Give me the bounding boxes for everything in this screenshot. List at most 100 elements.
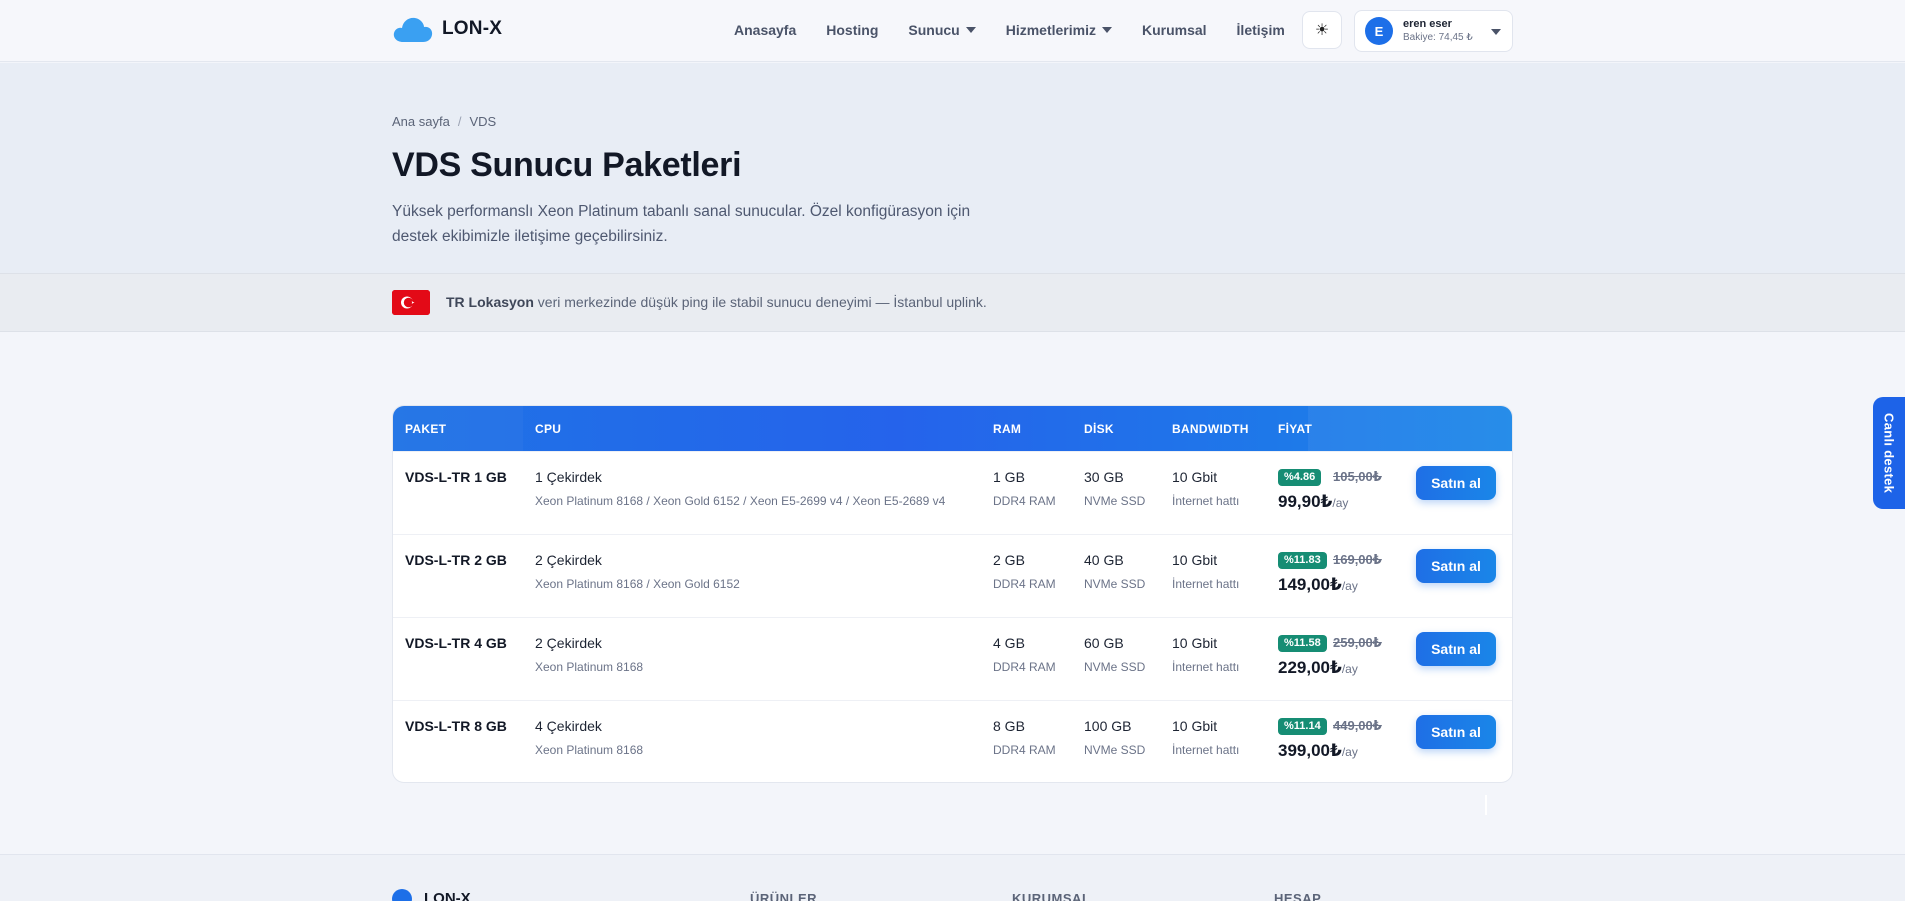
disk-size: 30 GB [1084, 469, 1124, 485]
nav-label: İletişim [1236, 22, 1285, 38]
old-price: 105,00₺ [1333, 469, 1382, 484]
ram-type: DDR4 RAM [993, 743, 1056, 757]
discount-badge: %11.14 [1278, 718, 1327, 735]
ram-type: DDR4 RAM [993, 660, 1056, 674]
live-support-label: Canlı destek [1881, 412, 1897, 494]
bandwidth: 10 Gbit [1172, 469, 1218, 485]
header-disk: DİSK [1084, 422, 1114, 436]
footer-col-hesap: HESAP [1274, 891, 1322, 901]
bandwidth-type: İnternet hattı [1172, 660, 1240, 674]
footer-col-urunler: ÜRÜNLER [750, 891, 818, 901]
table-header: PAKET CPU RAM DİSK BANDWIDTH FİYAT [393, 406, 1512, 451]
price: 99,90₺/ay [1278, 492, 1348, 512]
theme-toggle-button[interactable]: ☀ [1302, 11, 1342, 49]
disk-type: NVMe SSD [1084, 743, 1146, 757]
cpu-cores: 1 Çekirdek [535, 469, 602, 485]
header-cpu: CPU [535, 422, 562, 436]
footer: LON-X ÜRÜNLER KURUMSAL HESAP [0, 854, 1905, 901]
footer-col-kurumsal: KURUMSAL [1012, 891, 1091, 901]
bandwidth-type: İnternet hattı [1172, 577, 1240, 591]
breadcrumb-separator: / [457, 114, 462, 129]
price: 399,00₺/ay [1278, 741, 1358, 761]
footer-brand: LON-X [424, 890, 471, 901]
package-name: VDS-L-TR 4 GB [405, 635, 507, 651]
user-info: eren eser Bakiye: 74,45 ₺ [1403, 17, 1473, 45]
package-name: VDS-L-TR 2 GB [405, 552, 507, 568]
disk-size: 100 GB [1084, 718, 1132, 734]
buy-button[interactable]: Satın al [1416, 715, 1496, 749]
live-support-tab[interactable]: Canlı destek [1873, 397, 1905, 509]
cpu-models: Xeon Platinum 8168 [535, 743, 644, 757]
header-paket: PAKET [405, 422, 447, 436]
disk-type: NVMe SSD [1084, 494, 1146, 508]
main-nav: Anasayfa Hosting Sunucu Hizmetlerimiz Ku… [734, 22, 1315, 38]
price-period: /ay [1341, 745, 1358, 759]
caret-down-icon [965, 27, 976, 33]
buy-button[interactable]: Satın al [1416, 466, 1496, 500]
footer-logo-icon [392, 889, 412, 901]
bandwidth: 10 Gbit [1172, 552, 1218, 568]
old-price: 259,00₺ [1333, 635, 1382, 650]
header-fiyat: FİYAT [1278, 422, 1313, 436]
buy-button[interactable]: Satın al [1416, 549, 1496, 583]
cpu-cores: 4 Çekirdek [535, 718, 602, 734]
table-row: VDS-L-TR 8 GB 4 Çekirdek Xeon Platinum 8… [393, 700, 1512, 782]
bandwidth: 10 Gbit [1172, 635, 1218, 651]
package-name: VDS-L-TR 8 GB [405, 718, 507, 734]
discount-badge: %11.83 [1278, 552, 1327, 569]
location-text: TR Lokasyon veri merkezinde düşük ping i… [446, 294, 987, 310]
nav-item-kurumsal[interactable]: Kurumsal [1142, 22, 1207, 38]
price-value: 399,00₺ [1278, 741, 1342, 760]
header-bandwidth: BANDWIDTH [1172, 422, 1249, 436]
vds-packages-table: PAKET CPU RAM DİSK BANDWIDTH FİYAT VDS-L… [392, 405, 1513, 783]
ram-type: DDR4 RAM [993, 494, 1056, 508]
location-strong: TR Lokasyon [446, 294, 534, 310]
ram-size: 4 GB [993, 635, 1025, 651]
page-title: VDS Sunucu Paketleri [392, 146, 742, 184]
price-value: 229,00₺ [1278, 658, 1342, 677]
ram-size: 8 GB [993, 718, 1025, 734]
hero-section: Ana sayfa / VDS VDS Sunucu Paketleri Yük… [0, 63, 1905, 273]
cpu-models: Xeon Platinum 8168 / Xeon Gold 6152 [535, 577, 740, 591]
turkey-flag-icon [392, 290, 430, 315]
nav-label: Kurumsal [1141, 22, 1207, 38]
price-value: 149,00₺ [1278, 575, 1342, 594]
price-period: /ay [1341, 579, 1358, 593]
cpu-cores: 2 Çekirdek [535, 635, 602, 651]
ram-type: DDR4 RAM [993, 577, 1056, 591]
price-value: 99,90₺ [1278, 492, 1333, 511]
old-price: 449,00₺ [1333, 718, 1382, 733]
user-balance: Bakiye: 74,45 ₺ [1403, 32, 1473, 43]
user-name: eren eser [1403, 18, 1452, 30]
bandwidth: 10 Gbit [1172, 718, 1218, 734]
scroll-indicator [1485, 795, 1487, 815]
nav-item-hosting[interactable]: Hosting [826, 22, 878, 38]
location-desc: veri merkezinde düşük ping ile stabil su… [533, 294, 987, 310]
discount-badge: %4.86 [1278, 469, 1322, 486]
cpu-models: Xeon Platinum 8168 [535, 660, 644, 674]
discount-badge: %11.58 [1278, 635, 1327, 652]
nav-item-sunucu[interactable]: Sunucu [908, 22, 976, 38]
brand-logo-link[interactable]: LON-X [392, 14, 502, 44]
breadcrumb: Ana sayfa / VDS [392, 114, 496, 129]
package-name: VDS-L-TR 1 GB [405, 469, 507, 485]
breadcrumb-home-link[interactable]: Ana sayfa [392, 114, 450, 129]
brand-name: LON-X [442, 18, 503, 39]
sun-icon: ☀ [1314, 22, 1330, 39]
avatar: E [1365, 17, 1393, 45]
nav-item-anasayfa[interactable]: Anasayfa [734, 22, 796, 38]
nav-item-iletisim[interactable]: İletişim [1237, 22, 1285, 38]
table-row: VDS-L-TR 1 GB 1 Çekirdek Xeon Platinum 8… [393, 451, 1512, 534]
nav-label: Hizmetlerimiz [1005, 22, 1096, 38]
buy-button[interactable]: Satın al [1416, 632, 1496, 666]
nav-item-hizmetlerimiz[interactable]: Hizmetlerimiz [1006, 22, 1112, 38]
price-period: /ay [1341, 662, 1358, 676]
cloud-icon [392, 14, 434, 44]
bandwidth-type: İnternet hattı [1172, 494, 1240, 508]
ram-size: 1 GB [993, 469, 1025, 485]
table-row: VDS-L-TR 2 GB 2 Çekirdek Xeon Platinum 8… [393, 534, 1512, 617]
page-description: Yüksek performanslı Xeon Platinum tabanl… [392, 203, 971, 245]
cpu-models: Xeon Platinum 8168 / Xeon Gold 6152 / Xe… [535, 494, 946, 508]
disk-size: 60 GB [1084, 635, 1124, 651]
user-menu-button[interactable]: E eren eser Bakiye: 74,45 ₺ [1354, 10, 1513, 52]
